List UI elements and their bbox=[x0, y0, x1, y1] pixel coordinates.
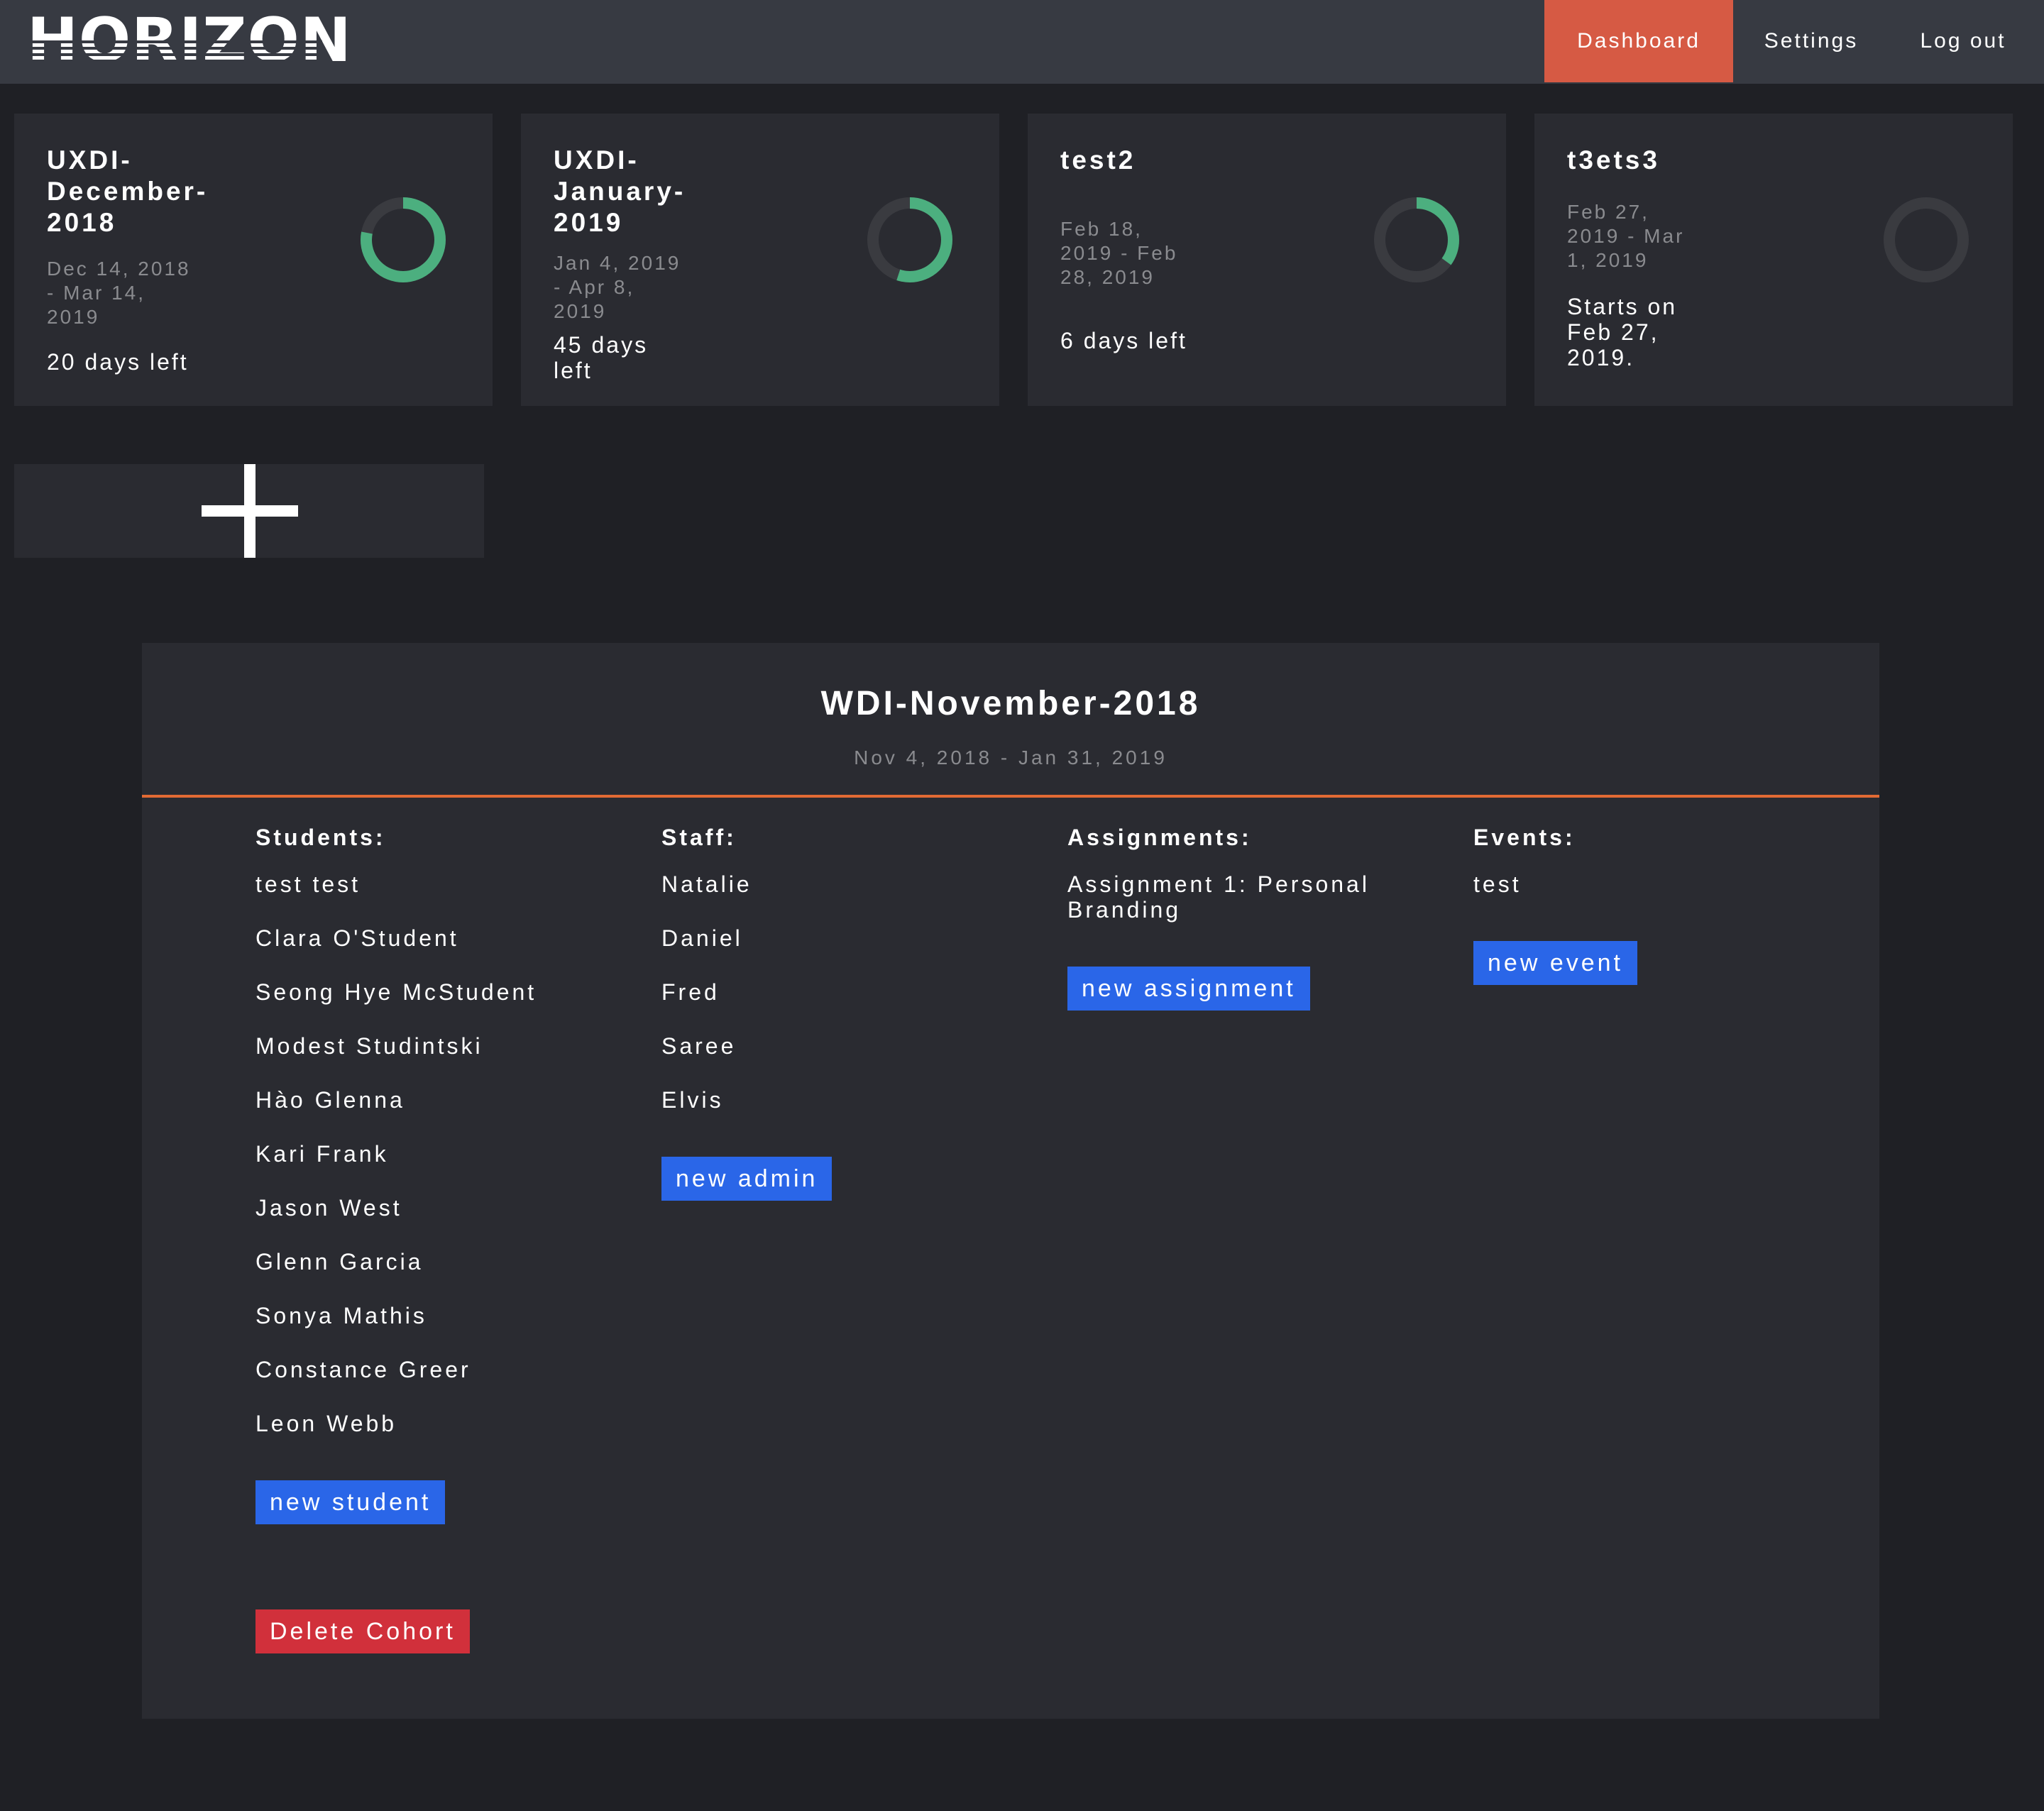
cohort-name: UXDI- January- 2019 bbox=[554, 145, 686, 237]
student-item[interactable]: Kari Frank bbox=[256, 1141, 596, 1167]
horizon-logo[interactable]: HORIZON bbox=[27, 10, 352, 74]
progress-ring bbox=[1884, 197, 1969, 282]
cohort-dates: Dec 14, 2018 - Mar 14, 2019 bbox=[47, 258, 191, 328]
event-item[interactable]: test bbox=[1473, 871, 1814, 897]
new-admin-button[interactable]: new admin bbox=[661, 1157, 833, 1201]
cohort-card-uxdi-december-2018[interactable]: UXDI- December- 2018 Dec 14, 2018 - Mar … bbox=[14, 114, 493, 406]
staff-item[interactable]: Daniel bbox=[661, 925, 1002, 951]
assignments-heading: Assignments: bbox=[1067, 825, 1252, 850]
students-heading: Students: bbox=[256, 825, 386, 850]
new-event-button[interactable]: new event bbox=[1473, 941, 1637, 985]
cohort-dates: Feb 27, 2019 - Mar 1, 2019 bbox=[1567, 201, 1685, 271]
cohort-title: WDI-November-2018 bbox=[820, 685, 1201, 722]
staff-column: Staff: Natalie Daniel Fred Saree Elvis n… bbox=[661, 825, 1002, 1201]
top-bar: HORIZON Dashboard Settings Log out bbox=[0, 0, 2044, 84]
new-student-button[interactable]: new student bbox=[256, 1480, 446, 1524]
new-assignment-button[interactable]: new assignment bbox=[1067, 967, 1310, 1011]
student-item[interactable]: test test bbox=[256, 871, 596, 897]
events-column: Events: test new event bbox=[1473, 825, 1814, 985]
events-heading: Events: bbox=[1473, 825, 1576, 850]
panel-divider bbox=[142, 795, 1879, 798]
cohort-status: 6 days left bbox=[1060, 328, 1187, 353]
cohort-date-range: Nov 4, 2018 - Jan 31, 2019 bbox=[854, 747, 1167, 769]
student-item[interactable]: Leon Webb bbox=[256, 1411, 596, 1436]
progress-ring bbox=[1374, 197, 1459, 282]
cohort-dates: Feb 18, 2019 - Feb 28, 2019 bbox=[1060, 218, 1178, 288]
staff-item[interactable]: Natalie bbox=[661, 871, 1002, 897]
student-item[interactable]: Hào Glenna bbox=[256, 1087, 596, 1113]
cohort-card-t3ets3[interactable]: t3ets3 Feb 27, 2019 - Mar 1, 2019 Starts… bbox=[1534, 114, 2013, 406]
cohort-name: UXDI- December- 2018 bbox=[47, 145, 209, 237]
staff-heading: Staff: bbox=[661, 825, 737, 850]
student-item[interactable]: Jason West bbox=[256, 1195, 596, 1221]
cohort-status: 45 days left bbox=[554, 332, 649, 383]
nav-log-out[interactable]: Log out bbox=[1889, 0, 2044, 82]
nav-settings[interactable]: Settings bbox=[1733, 0, 1889, 82]
staff-item[interactable]: Elvis bbox=[661, 1087, 1002, 1113]
staff-item[interactable]: Fred bbox=[661, 979, 1002, 1005]
cohort-status: Starts on Feb 27, 2019. bbox=[1567, 294, 1678, 370]
staff-item[interactable]: Saree bbox=[661, 1033, 1002, 1059]
cohort-name: test2 bbox=[1060, 145, 1136, 175]
student-item[interactable]: Clara O'Student bbox=[256, 925, 596, 951]
cohort-card-test2[interactable]: test2 Feb 18, 2019 - Feb 28, 2019 6 days… bbox=[1028, 114, 1506, 406]
student-item[interactable]: Glenn Garcia bbox=[256, 1249, 596, 1275]
delete-cohort-button[interactable]: Delete Cohort bbox=[256, 1609, 470, 1653]
student-item[interactable]: Constance Greer bbox=[256, 1357, 596, 1382]
progress-ring bbox=[867, 197, 952, 282]
nav-dashboard[interactable]: Dashboard bbox=[1544, 0, 1733, 82]
cohort-status: 20 days left bbox=[47, 349, 189, 375]
student-item[interactable]: Seong Hye McStudent bbox=[256, 979, 596, 1005]
student-item[interactable]: Modest Studintski bbox=[256, 1033, 596, 1059]
progress-ring bbox=[361, 197, 446, 282]
add-cohort-button[interactable] bbox=[14, 464, 484, 558]
students-column: Students: test test Clara O'Student Seon… bbox=[256, 825, 596, 1653]
student-item[interactable]: Sonya Mathis bbox=[256, 1303, 596, 1328]
assignments-column: Assignments: Assignment 1: Personal Bran… bbox=[1067, 825, 1394, 1011]
assignment-item[interactable]: Assignment 1: Personal Branding bbox=[1067, 871, 1394, 923]
cohort-card-uxdi-january-2019[interactable]: UXDI- January- 2019 Jan 4, 2019 - Apr 8,… bbox=[521, 114, 999, 406]
cohort-detail-panel: WDI-November-2018 Nov 4, 2018 - Jan 31, … bbox=[142, 643, 1879, 1719]
cohort-dates: Jan 4, 2019 - Apr 8, 2019 bbox=[554, 252, 681, 322]
main-nav: Dashboard Settings Log out bbox=[1544, 0, 2044, 82]
cohort-name: t3ets3 bbox=[1567, 145, 1660, 175]
